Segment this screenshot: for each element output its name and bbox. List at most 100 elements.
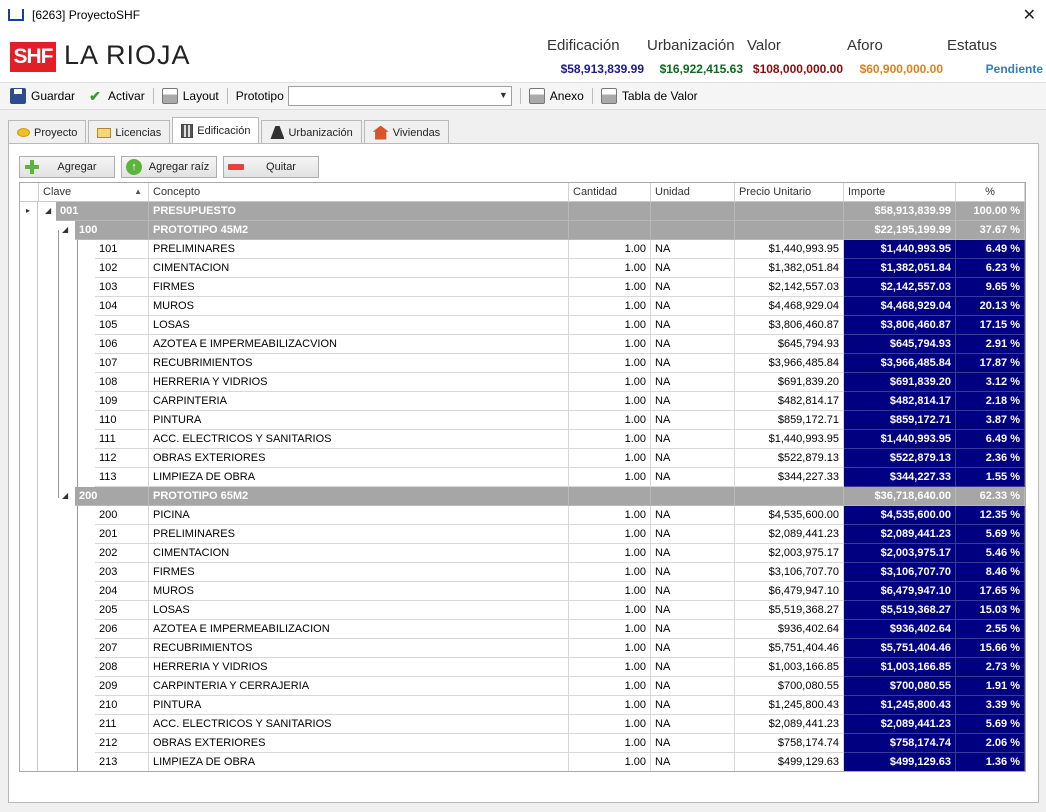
expand-collapse-icon[interactable]: ◢: [62, 221, 68, 240]
pct-cell[interactable]: 2.18 %: [956, 392, 1025, 411]
unidad-cell[interactable]: NA: [651, 753, 735, 771]
pct-cell[interactable]: 2.55 %: [956, 620, 1025, 639]
unidad-cell[interactable]: NA: [651, 430, 735, 449]
tab-urbanizacion[interactable]: Urbanización: [261, 120, 362, 144]
unidad-cell[interactable]: NA: [651, 373, 735, 392]
precio-cell[interactable]: $645,794.93: [735, 335, 844, 354]
unidad-cell[interactable]: NA: [651, 677, 735, 696]
concepto-cell[interactable]: PROTOTIPO 65M2: [149, 487, 569, 506]
concepto-cell[interactable]: OBRAS EXTERIORES: [149, 449, 569, 468]
concepto-cell[interactable]: ACC. ELECTRICOS Y SANITARIOS: [149, 715, 569, 734]
cantidad-cell[interactable]: 1.00: [569, 715, 651, 734]
clave-cell[interactable]: 204: [95, 582, 149, 601]
table-row[interactable]: 103 FIRMES 1.00 NA $2,142,557.03 $2,142,557.0…: [20, 278, 1025, 297]
clave-cell[interactable]: 111: [95, 430, 149, 449]
unidad-cell[interactable]: NA: [651, 468, 735, 487]
pct-cell[interactable]: 2.06 %: [956, 734, 1025, 753]
table-row[interactable]: 208 HERRERIA Y VIDRIOS 1.00 NA $1,003,166.85…: [20, 658, 1025, 677]
clave-cell[interactable]: 207: [95, 639, 149, 658]
cantidad-cell[interactable]: 1.00: [569, 259, 651, 278]
pct-cell[interactable]: 3.39 %: [956, 696, 1025, 715]
table-row[interactable]: 101 PRELIMINARES 1.00 NA $1,440,993.95 $1,440…: [20, 240, 1025, 259]
importe-cell[interactable]: $36,718,640.00: [844, 487, 956, 506]
add-root-button[interactable]: ↑ Agregar raíz: [121, 156, 217, 178]
table-row[interactable]: 108 HERRERIA Y VIDRIOS 1.00 NA $691,839.20 $6…: [20, 373, 1025, 392]
unidad-cell[interactable]: NA: [651, 240, 735, 259]
concepto-cell[interactable]: LOSAS: [149, 316, 569, 335]
cantidad-cell[interactable]: 1.00: [569, 639, 651, 658]
precio-cell[interactable]: $1,440,993.95: [735, 430, 844, 449]
importe-cell[interactable]: $645,794.93: [844, 335, 956, 354]
pct-cell[interactable]: 6.23 %: [956, 259, 1025, 278]
importe-cell[interactable]: $691,839.20: [844, 373, 956, 392]
unidad-cell[interactable]: NA: [651, 259, 735, 278]
precio-cell[interactable]: $758,174.74: [735, 734, 844, 753]
cantidad-cell[interactable]: 1.00: [569, 734, 651, 753]
pct-cell[interactable]: 2.91 %: [956, 335, 1025, 354]
clave-cell[interactable]: 210: [95, 696, 149, 715]
precio-cell[interactable]: $1,382,051.84: [735, 259, 844, 278]
unidad-cell[interactable]: NA: [651, 620, 735, 639]
column-header-unidad[interactable]: Unidad: [651, 183, 735, 202]
clave-cell[interactable]: 208: [95, 658, 149, 677]
importe-cell[interactable]: $936,402.64: [844, 620, 956, 639]
precio-cell[interactable]: $499,129.63: [735, 753, 844, 771]
clave-cell[interactable]: 206: [95, 620, 149, 639]
pct-cell[interactable]: 5.69 %: [956, 715, 1025, 734]
column-header-percent[interactable]: %: [956, 183, 1025, 202]
precio-cell[interactable]: $936,402.64: [735, 620, 844, 639]
concepto-cell[interactable]: PICINA: [149, 506, 569, 525]
importe-cell[interactable]: $859,172.71: [844, 411, 956, 430]
table-row[interactable]: 209 CARPINTERIA Y CERRAJERIA 1.00 NA $700,08…: [20, 677, 1025, 696]
group-row[interactable]: ◢ ▸ 001 PRESUPUESTO $58,913,839.99 100.00 %: [20, 202, 1025, 221]
cantidad-cell[interactable]: 1.00: [569, 449, 651, 468]
cantidad-cell[interactable]: 1.00: [569, 278, 651, 297]
unidad-cell[interactable]: NA: [651, 734, 735, 753]
importe-cell[interactable]: $522,879.13: [844, 449, 956, 468]
column-header-precio-unitario[interactable]: Precio Unitario: [735, 183, 844, 202]
table-row[interactable]: 200 PICINA 1.00 NA $4,535,600.00 $4,535,600.0…: [20, 506, 1025, 525]
annex-button[interactable]: Anexo: [523, 85, 590, 107]
clave-cell[interactable]: 105: [95, 316, 149, 335]
clave-cell[interactable]: 102: [95, 259, 149, 278]
concepto-cell[interactable]: CARPINTERIA Y CERRAJERIA: [149, 677, 569, 696]
clave-cell[interactable]: 108: [95, 373, 149, 392]
importe-cell[interactable]: $344,227.33: [844, 468, 956, 487]
concepto-cell[interactable]: MUROS: [149, 297, 569, 316]
clave-cell[interactable]: 100: [75, 221, 149, 240]
budget-tree-grid[interactable]: Clave ▲ Concepto Cantidad Unidad Precio …: [19, 182, 1026, 772]
table-row[interactable]: 203 FIRMES 1.00 NA $3,106,707.70 $3,106,707.7…: [20, 563, 1025, 582]
precio-cell[interactable]: $5,519,368.27: [735, 601, 844, 620]
precio-cell[interactable]: $4,535,600.00: [735, 506, 844, 525]
table-row[interactable]: 102 CIMENTACION 1.00 NA $1,382,051.84 $1,382,…: [20, 259, 1025, 278]
cantidad-cell[interactable]: 1.00: [569, 373, 651, 392]
concepto-cell[interactable]: PINTURA: [149, 696, 569, 715]
table-row[interactable]: 105 LOSAS 1.00 NA $3,806,460.87 $3,806,460.87…: [20, 316, 1025, 335]
clave-cell[interactable]: 107: [95, 354, 149, 373]
layout-button[interactable]: Layout: [156, 85, 225, 107]
clave-cell[interactable]: 103: [95, 278, 149, 297]
table-row[interactable]: 207 RECUBRIMIENTOS 1.00 NA $5,751,404.46 $5,7…: [20, 639, 1025, 658]
precio-cell[interactable]: $859,172.71: [735, 411, 844, 430]
concepto-cell[interactable]: RECUBRIMIENTOS: [149, 639, 569, 658]
expand-collapse-icon[interactable]: ◢: [62, 487, 68, 506]
concepto-cell[interactable]: AZOTEA E IMPERMEABILIZACVION: [149, 335, 569, 354]
precio-cell[interactable]: [735, 221, 844, 240]
importe-cell[interactable]: $1,440,993.95: [844, 240, 956, 259]
clave-cell[interactable]: 110: [95, 411, 149, 430]
pct-cell[interactable]: 17.15 %: [956, 316, 1025, 335]
group-row[interactable]: ◢ 200 PROTOTIPO 65M2 $36,718,640.00 62.33 %: [20, 487, 1025, 506]
precio-cell[interactable]: $1,440,993.95: [735, 240, 844, 259]
cantidad-cell[interactable]: 1.00: [569, 563, 651, 582]
table-row[interactable]: 201 PRELIMINARES 1.00 NA $2,089,441.23 $2,089…: [20, 525, 1025, 544]
concepto-cell[interactable]: MUROS: [149, 582, 569, 601]
pct-cell[interactable]: 8.46 %: [956, 563, 1025, 582]
remove-button[interactable]: Quitar: [223, 156, 319, 178]
cantidad-cell[interactable]: 1.00: [569, 525, 651, 544]
importe-cell[interactable]: $2,142,557.03: [844, 278, 956, 297]
unidad-cell[interactable]: NA: [651, 335, 735, 354]
importe-cell[interactable]: $482,814.17: [844, 392, 956, 411]
importe-cell[interactable]: $22,195,199.99: [844, 221, 956, 240]
importe-cell[interactable]: $1,245,800.43: [844, 696, 956, 715]
importe-cell[interactable]: $58,913,839.99: [844, 202, 956, 221]
